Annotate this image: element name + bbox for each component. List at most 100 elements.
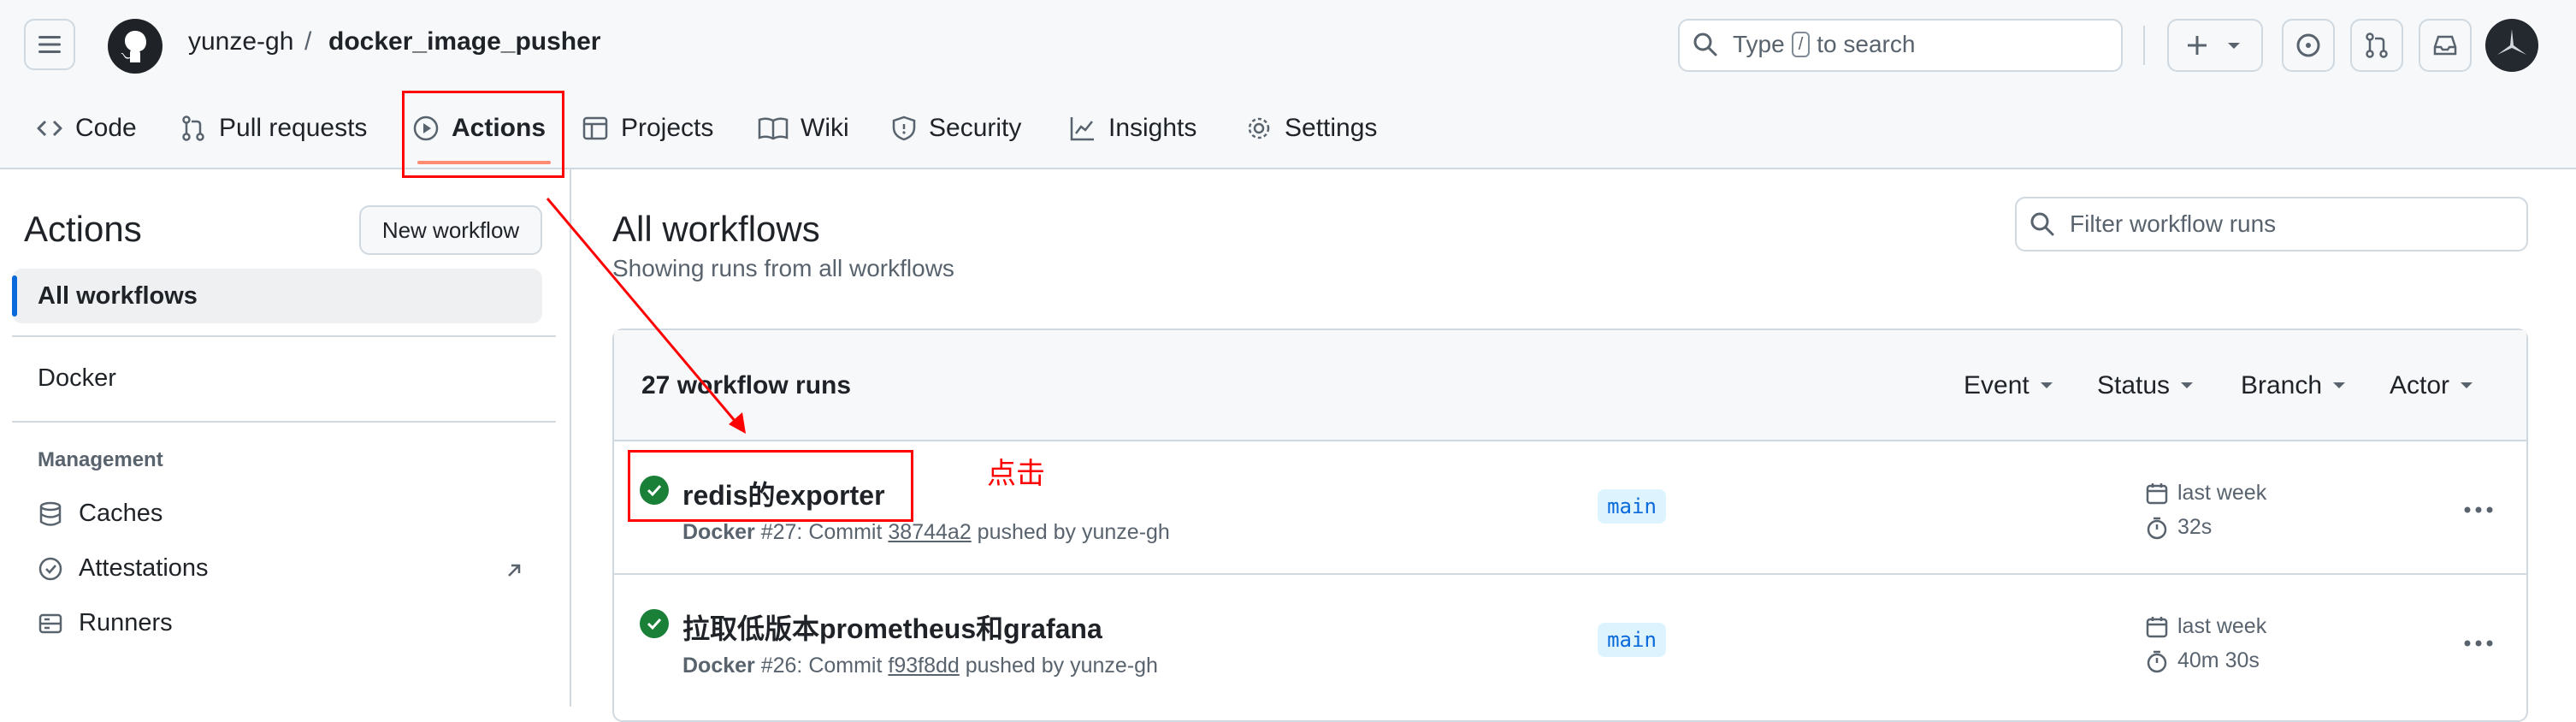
git-pull-request-icon [182, 115, 204, 141]
tab-insights-label: Insights [1108, 114, 1197, 142]
tab-settings-label: Settings [1285, 114, 1378, 142]
plus-dropdown-icon [2188, 36, 2240, 55]
avatar-image-icon [2486, 20, 2538, 71]
run-duration: 40m 30s [2145, 648, 2260, 673]
run-meta: Docker #27: Commit 38744a2 pushed by yun… [682, 520, 1170, 545]
stopwatch-icon [2147, 650, 2167, 672]
search-label-pre: Type [1733, 31, 1785, 57]
filter-status-dropdown[interactable]: Status [2097, 371, 2194, 400]
github-logo-icon[interactable] [108, 19, 162, 74]
calendar-icon [2146, 482, 2168, 504]
sidebar-item-runners[interactable]: Runners [38, 609, 173, 637]
annotation-arrow-icon [546, 198, 746, 434]
code-icon [37, 120, 62, 137]
database-icon [39, 501, 62, 526]
run-pushed-by: pushed by yunze-gh [977, 520, 1170, 544]
sidebar-item-docker[interactable]: Docker [38, 364, 116, 393]
kebab-horizontal-icon [2464, 506, 2493, 513]
run-menu-button[interactable] [2463, 618, 2494, 656]
breadcrumb-separator: / [304, 27, 312, 56]
run-duration: 32s [2145, 515, 2212, 540]
tab-wiki-label: Wiki [801, 114, 849, 142]
tab-security[interactable]: Security [891, 109, 1021, 147]
search-icon [2030, 212, 2054, 236]
inbox-button[interactable] [2419, 19, 2472, 72]
sidebar-active-indicator [12, 275, 17, 317]
filter-event-label: Event [1964, 371, 2029, 399]
filter-branch-label: Branch [2241, 371, 2323, 399]
book-icon [758, 117, 789, 140]
run-duration-text: 40m 30s [2177, 648, 2260, 672]
filter-actor-label: Actor [2390, 371, 2450, 399]
tab-projects[interactable]: Projects [582, 109, 713, 147]
calendar-icon [2146, 616, 2168, 637]
header-divider [2143, 26, 2145, 65]
run-title[interactable]: 拉取低版本prometheus和grafana [682, 607, 1102, 647]
sidebar-title: Actions [24, 209, 142, 249]
annotation-click-label: 点击 [987, 458, 1045, 490]
chevron-down-icon [2181, 382, 2194, 388]
arrow-up-right-icon [508, 564, 521, 577]
filter-branch-dropdown[interactable]: Branch [2241, 371, 2346, 400]
server-icon [38, 613, 62, 633]
branch-badge[interactable]: main [1598, 489, 1666, 524]
new-workflow-button[interactable]: New workflow [359, 205, 542, 255]
sidebar-divider [12, 335, 556, 337]
branch-badge[interactable]: main [1598, 623, 1666, 657]
user-avatar[interactable] [2485, 19, 2538, 72]
tab-settings[interactable]: Settings [1245, 109, 1377, 147]
tab-code[interactable]: Code [36, 109, 137, 147]
table-icon [582, 116, 608, 140]
status-success-icon [640, 609, 669, 638]
sidebar-item-caches-label: Caches [79, 500, 163, 527]
tab-security-label: Security [929, 114, 1022, 142]
pull-requests-button[interactable] [2350, 19, 2403, 72]
run-number: #26: Commit [760, 654, 883, 678]
filter-event-dropdown[interactable]: Event [1964, 371, 2053, 400]
chevron-down-icon [2040, 382, 2053, 388]
tab-projects-label: Projects [621, 114, 714, 142]
inbox-icon [2433, 35, 2457, 56]
breadcrumb-owner[interactable]: yunze-gh [188, 27, 293, 56]
search-icon [1693, 33, 1717, 56]
sidebar-heading-management: Management [38, 448, 163, 471]
issue-opened-icon [2296, 33, 2320, 57]
menu-button[interactable] [24, 19, 75, 70]
search-label-post: to search [1817, 31, 1916, 57]
filter-status-label: Status [2097, 371, 2171, 399]
run-menu-button[interactable] [2463, 484, 2494, 523]
tab-code-label: Code [75, 114, 137, 142]
chevron-down-icon [2461, 382, 2473, 388]
search-placeholder: Type / to search [1733, 31, 1915, 58]
run-duration-text: 32s [2177, 515, 2213, 539]
sidebar-item-attestations-label: Attestations [79, 554, 209, 582]
breadcrumb-repo[interactable]: docker_image_pusher [328, 27, 600, 56]
git-pull-request-icon [2366, 33, 2388, 58]
filter-placeholder: Filter workflow runs [2070, 210, 2277, 237]
run-pushed-by: pushed by yunze-gh [965, 654, 1158, 678]
annotation-highlight-actions-tab [402, 91, 564, 178]
search-shortcut-key: / [1791, 32, 1811, 57]
kebab-horizontal-icon [2464, 640, 2493, 647]
run-number: #27: Commit [760, 520, 883, 544]
tab-insights[interactable]: Insights [1069, 109, 1196, 147]
tab-wiki[interactable]: Wiki [758, 109, 849, 147]
run-when-text: last week [2177, 481, 2267, 505]
run-commit-link[interactable]: f93f8dd [888, 654, 959, 678]
tab-pull-requests[interactable]: Pull requests [180, 109, 367, 147]
run-meta: Docker #26: Commit f93f8dd pushed by yun… [682, 654, 1158, 678]
sidebar-item-attestations[interactable]: Attestations [38, 554, 209, 583]
run-workflow: Docker [682, 520, 755, 544]
filter-actor-dropdown[interactable]: Actor [2390, 371, 2473, 400]
sidebar-item-runners-label: Runners [79, 609, 173, 636]
sidebar-item-caches[interactable]: Caches [38, 500, 162, 528]
run-commit-link[interactable]: 38744a2 [888, 520, 971, 544]
run-when: last week [2145, 481, 2266, 506]
row-divider [614, 573, 2526, 575]
run-workflow: Docker [682, 654, 755, 678]
annotation-highlight-run [628, 450, 913, 522]
sidebar-divider [12, 421, 556, 423]
create-new-button[interactable] [2167, 19, 2263, 72]
issues-button[interactable] [2282, 19, 2335, 72]
sidebar-item-all-workflows-label: All workflows [38, 282, 198, 310]
